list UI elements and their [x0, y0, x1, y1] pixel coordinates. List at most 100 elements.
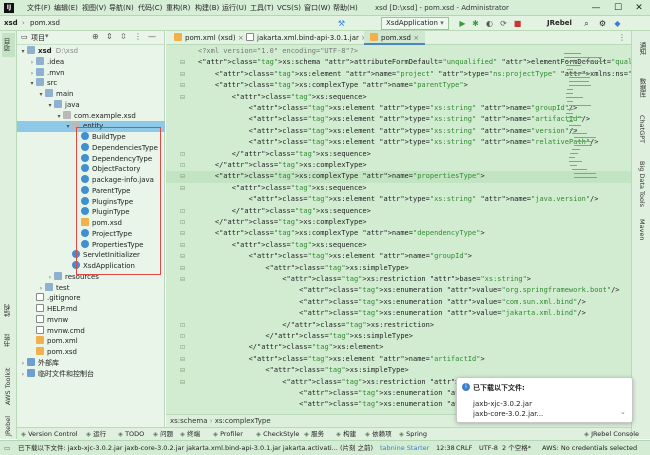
tool-tab-bookmarks[interactable]: 书签	[2, 331, 15, 351]
jrebel-label[interactable]: JRebel	[547, 17, 572, 30]
menu-item-11[interactable]: 帮助(H)	[333, 2, 358, 14]
code-line[interactable]: <"attr">class="tag">xs:complexType "attr…	[198, 228, 485, 239]
aws-credentials[interactable]: AWS: No credentials selected	[542, 441, 648, 455]
tree-item[interactable]: ▾ main	[17, 89, 165, 100]
tool-tab-aws-toolkit[interactable]: AWS Toolkit	[2, 361, 15, 411]
code-line[interactable]: </"attr">class="tag">xs:simpleType>	[198, 331, 413, 342]
tool-tab-big-data-tools[interactable]: Big Data Tools	[635, 153, 648, 215]
tool-tab-project[interactable]: 项目	[2, 33, 15, 57]
tree-item[interactable]: › .idea	[17, 56, 165, 68]
indent-setting[interactable]: 2 个空格*	[502, 441, 531, 455]
code-line[interactable]: <"attr">class="tag">xs:element "attr">ty…	[198, 126, 578, 137]
tree-item[interactable]: pom.xsd	[17, 347, 165, 358]
tab-pom-xsd[interactable]: pom.xsd ×	[364, 31, 426, 45]
tree-item[interactable]: › .mvn	[17, 67, 165, 79]
menu-item-3[interactable]: 导航(N)	[109, 2, 134, 14]
tree-item[interactable]: HELP.md	[17, 304, 165, 315]
code-line[interactable]: <"attr">class="tag">xs:element "attr">ty…	[198, 194, 599, 205]
menu-item-7[interactable]: 运行(U)	[222, 2, 247, 14]
tool-tab-jrebel[interactable]: JRebel	[2, 413, 15, 439]
tree-item[interactable]: › test	[17, 282, 165, 294]
code-line[interactable]: <"attr">class="tag">xs:enumeration "attr…	[198, 308, 586, 319]
debug-icon[interactable]: ✱	[470, 18, 481, 29]
tool-tab-database[interactable]: 数据库	[635, 73, 648, 103]
locate-icon[interactable]: ⊕	[92, 32, 99, 41]
tree-item[interactable]: › 临时文件和控制台	[17, 368, 165, 381]
tree-item[interactable]: ▾ java	[17, 99, 165, 111]
expand-arrow-icon[interactable]: ›	[19, 370, 27, 381]
menu-item-4[interactable]: 代码(C)	[138, 2, 162, 14]
code-minimap[interactable]	[564, 53, 604, 183]
breadcrumb-file[interactable]: pom.xsd	[30, 17, 60, 30]
cursor-position[interactable]: 12:38	[436, 441, 455, 455]
search-icon[interactable]: ⌕	[581, 18, 592, 29]
code-line[interactable]: <"attr">class="tag">xs:complexType "attr…	[198, 80, 468, 91]
code-line[interactable]: <"attr">class="tag">xs:element "attr">na…	[198, 354, 485, 365]
run-configuration-select[interactable]: XsdApplication ▾	[381, 17, 449, 30]
code-line[interactable]: <"attr">class="tag">xs:complexType "attr…	[198, 171, 485, 182]
code-line[interactable]: <"attr">class="tag">xs:sequence>	[198, 183, 367, 194]
tree-item[interactable]: ▾ com.example.xsd	[17, 110, 165, 122]
menu-item-9[interactable]: VCS(S)	[277, 2, 301, 14]
menu-item-2[interactable]: 视图(V)	[82, 2, 106, 14]
file-encoding[interactable]: UTF-8	[479, 441, 498, 455]
expand-all-icon[interactable]: ⇕	[106, 32, 113, 41]
close-icon[interactable]: ×	[413, 34, 419, 42]
tool-tab-chatgpt[interactable]: ChatGPT	[635, 109, 648, 149]
profile-icon[interactable]: ⟳	[498, 18, 509, 29]
expand-chevron-icon[interactable]: ⌄	[620, 408, 626, 416]
code-line[interactable]: </"attr">class="tag">xs:element>	[198, 342, 384, 353]
menu-item-5[interactable]: 重构(R)	[166, 2, 190, 14]
code-line[interactable]: <"attr">class="tag">xs:simpleType>	[198, 263, 408, 274]
code-line[interactable]: <"attr">class="tag">xs:enumeration "attr…	[198, 285, 619, 296]
tree-item[interactable]: pom.xml	[17, 336, 165, 347]
maximize-button[interactable]: ☐	[607, 1, 629, 15]
code-line[interactable]: </"attr">class="tag">xs:restriction>	[198, 320, 434, 331]
menu-item-6[interactable]: 构建(B)	[195, 2, 219, 14]
code-line[interactable]: <"attr">class="tag">xs:sequence>	[198, 92, 367, 103]
stop-icon[interactable]: ■	[512, 18, 523, 29]
code-line[interactable]: </"attr">class="tag">xs:sequence>	[198, 149, 371, 160]
minimize-button[interactable]: —	[585, 1, 607, 15]
run-icon[interactable]: ▶	[457, 18, 468, 29]
menu-item-10[interactable]: 窗口(W)	[304, 2, 330, 14]
more-tabs-icon[interactable]: ⋮	[618, 33, 626, 42]
code-line[interactable]: <"attr">class="tag">xs:element "attr">ty…	[198, 114, 590, 125]
collapse-all-icon[interactable]: ⇳	[120, 32, 127, 41]
tree-item[interactable]: ▾ src	[17, 78, 165, 89]
menu-item-8[interactable]: 工具(T)	[250, 2, 274, 14]
menu-item-1[interactable]: 编辑(E)	[54, 2, 78, 14]
breadcrumb-xs-schema[interactable]: xs:schema	[170, 417, 208, 425]
update-icon[interactable]: ◆	[612, 18, 623, 29]
code-line[interactable]: <"attr">class="tag">xs:element "attr">ty…	[198, 137, 599, 148]
status-message[interactable]: 已下载以下文件: jaxb-xjc-3.0.2.jar jaxb-core-3.…	[18, 441, 378, 455]
tool-tab-maven[interactable]: Maven	[635, 217, 648, 243]
code-editor[interactable]: ⊟ ⊟ ⊟ ⊟ ⊡ ⊡ ⊟ ⊟ ⊡ ⊡ ⊟ ⊟ ⊟ ⊟ ⊟ ⊡ ⊡ ⊡ ⊟ ⊟ ⊟ <?xml version="1.0…	[166, 45, 631, 414]
tree-item[interactable]: mvnw	[17, 314, 165, 326]
code-line[interactable]: <"attr">class="tag">xs:element "attr">ty…	[198, 103, 578, 114]
build-hammer-icon[interactable]: ⚒	[336, 18, 347, 29]
code-line[interactable]: <?xml version="1.0" encoding="UTF-8"?>	[198, 46, 358, 57]
code-line[interactable]: <"attr">class="tag">xs:simpleType>	[198, 365, 408, 376]
code-line[interactable]: </"attr">class="tag">xs:complexType>	[198, 160, 367, 171]
tree-item[interactable]: .gitignore	[17, 293, 165, 304]
code-line[interactable]: </"attr">class="tag">xs:sequence>	[198, 206, 371, 217]
tool-tab-notifications[interactable]: 通知	[635, 37, 648, 59]
tool-tab-structure[interactable]: 结构	[2, 301, 15, 321]
chevron-down-icon[interactable]: ▾	[45, 32, 49, 40]
menu-item-0[interactable]: 文件(F)	[27, 2, 51, 14]
breadcrumb-xs-complextype[interactable]: xs:complexType	[215, 417, 271, 425]
settings-gear-icon[interactable]: ⚙	[597, 18, 608, 29]
download-notification[interactable]: i 已下载以下文件: jaxb-xjc-3.0.2.jar jaxb-core-…	[456, 377, 633, 423]
close-window-button[interactable]: ✕	[628, 1, 650, 15]
code-line[interactable]: <"attr">class="tag">xs:sequence>	[198, 240, 367, 251]
tree-item[interactable]: › 外部库	[17, 357, 165, 369]
code-line[interactable]: <"attr">class="tag">xs:restriction "attr…	[198, 274, 531, 285]
tree-item[interactable]: ▾ xsd D:\xsd	[17, 46, 165, 57]
status-toggle-icon[interactable]: ▭	[4, 441, 16, 455]
options-icon[interactable]: ⋮	[134, 32, 142, 41]
code-line[interactable]: <"attr">class="tag">xs:element "attr">na…	[198, 251, 472, 262]
coverage-icon[interactable]: ◐	[484, 18, 495, 29]
tabnine-status[interactable]: tabnine Starter	[380, 441, 429, 455]
tab-pom-xml[interactable]: pom.xml (xsd) ×	[168, 31, 250, 45]
